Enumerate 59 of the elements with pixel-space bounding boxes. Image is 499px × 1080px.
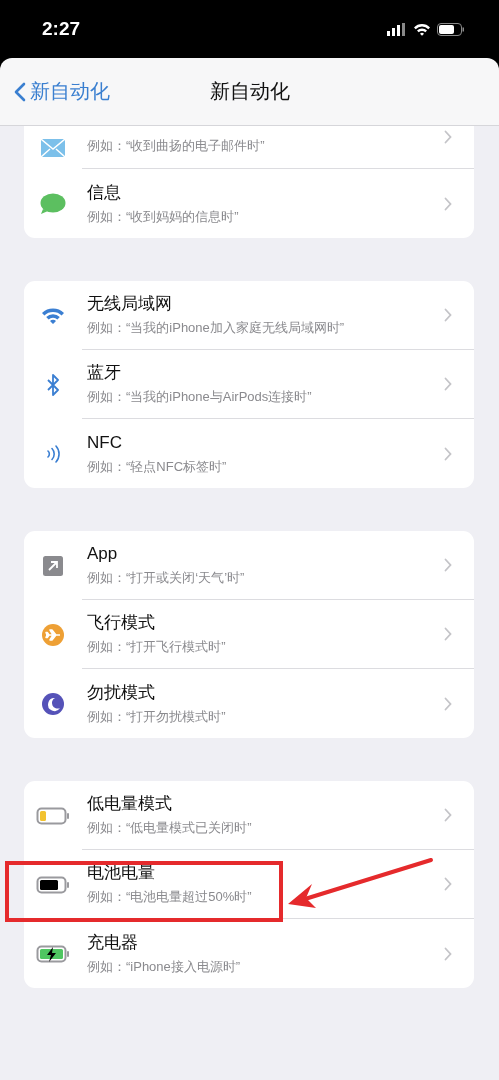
chevron-right-icon xyxy=(444,446,452,461)
row-title: 飞行模式 xyxy=(87,612,156,634)
row-title: App xyxy=(87,543,119,565)
list-row[interactable]: 飞行模式 例如：“打开飞行模式时” xyxy=(24,600,474,669)
chevron-right-icon xyxy=(444,877,452,891)
status-time: 2:27 xyxy=(42,18,82,40)
example-text: 例如：“当我的iPhone加入家庭无线局域网时” xyxy=(87,319,346,337)
row-title: 电池电量 xyxy=(87,862,156,884)
chevron-right-icon xyxy=(444,130,452,144)
example-text: 例如：“iPhone接入电源时” xyxy=(87,957,242,976)
moon-icon xyxy=(42,692,64,715)
chevron-right-icon xyxy=(444,196,452,211)
chevron-right-icon xyxy=(444,558,452,572)
example-text: 例如：“收到妈妈的信息时” xyxy=(87,207,240,226)
list-row[interactable]: 无线局域网 例如：“当我的iPhone加入家庭无线局域网时” xyxy=(24,281,474,350)
list-row[interactable]: NFC 例如：“轻点NFC标签时” xyxy=(24,419,474,488)
example-text: 例如：“当我的iPhone与AirPods连接时” xyxy=(87,388,313,406)
envelope-icon xyxy=(41,138,65,157)
low-battery-icon xyxy=(36,806,70,825)
back-button[interactable]: 新自动化 xyxy=(0,71,110,112)
row-title: NFC xyxy=(87,431,123,454)
list-row[interactable]: 信息 例如：“收到妈妈的信息时” xyxy=(24,169,474,238)
list-row[interactable]: 例如：“收到曲扬的电子邮件时” xyxy=(24,126,474,169)
wifi-icon xyxy=(413,22,431,36)
chevron-right-icon xyxy=(444,808,452,822)
chevron-right-icon xyxy=(444,946,452,961)
signal-icon xyxy=(387,22,407,36)
row-title: 低电量模式 xyxy=(87,793,173,815)
list-row[interactable]: App 例如：“打开或关闭‘天气’时” xyxy=(24,531,474,600)
example-text: 例如：“轻点NFC标签时” xyxy=(87,457,228,476)
example-text: 例如：“电池电量超过50%时” xyxy=(87,888,253,906)
chevron-right-icon xyxy=(444,377,452,391)
row-title: 信息 xyxy=(87,181,122,204)
airplane-icon xyxy=(42,623,64,646)
example-text: 例如：“收到曲扬的电子邮件时” xyxy=(87,137,266,155)
chevron-right-icon xyxy=(444,627,452,641)
example-text: 例如：“打开或关闭‘天气’时” xyxy=(87,569,246,587)
list-row[interactable]: 蓝牙 例如：“当我的iPhone与AirPods连接时” xyxy=(24,350,474,419)
list-row[interactable]: 低电量模式 例如：“低电量模式已关闭时” xyxy=(24,781,474,850)
nfc-icon xyxy=(46,444,60,463)
chevron-right-icon xyxy=(444,696,452,711)
chevron-right-icon xyxy=(444,308,452,322)
bluetooth-icon xyxy=(46,373,60,396)
speech-bubble-icon xyxy=(40,192,66,215)
row-title: 充电器 xyxy=(87,931,139,954)
row-title: 蓝牙 xyxy=(87,362,122,384)
example-text: 例如：“打开勿扰模式时” xyxy=(87,707,227,726)
list-row[interactable]: 充电器 例如：“iPhone接入电源时” xyxy=(24,919,474,988)
list-row[interactable]: 勿扰模式 例如：“打开勿扰模式时” xyxy=(24,669,474,738)
chevron-left-icon xyxy=(14,81,26,102)
battery-icon xyxy=(437,22,465,36)
row-title: 无线局域网 xyxy=(87,293,173,315)
row-title: 勿扰模式 xyxy=(87,681,156,704)
battery-icon xyxy=(36,875,70,894)
wifi-icon xyxy=(41,307,65,324)
example-text: 例如：“打开飞行模式时” xyxy=(87,638,227,656)
page-title: 新自动化 xyxy=(209,80,290,102)
charging-battery-icon xyxy=(36,944,70,963)
example-text: 例如：“低电量模式已关闭时” xyxy=(87,819,253,837)
